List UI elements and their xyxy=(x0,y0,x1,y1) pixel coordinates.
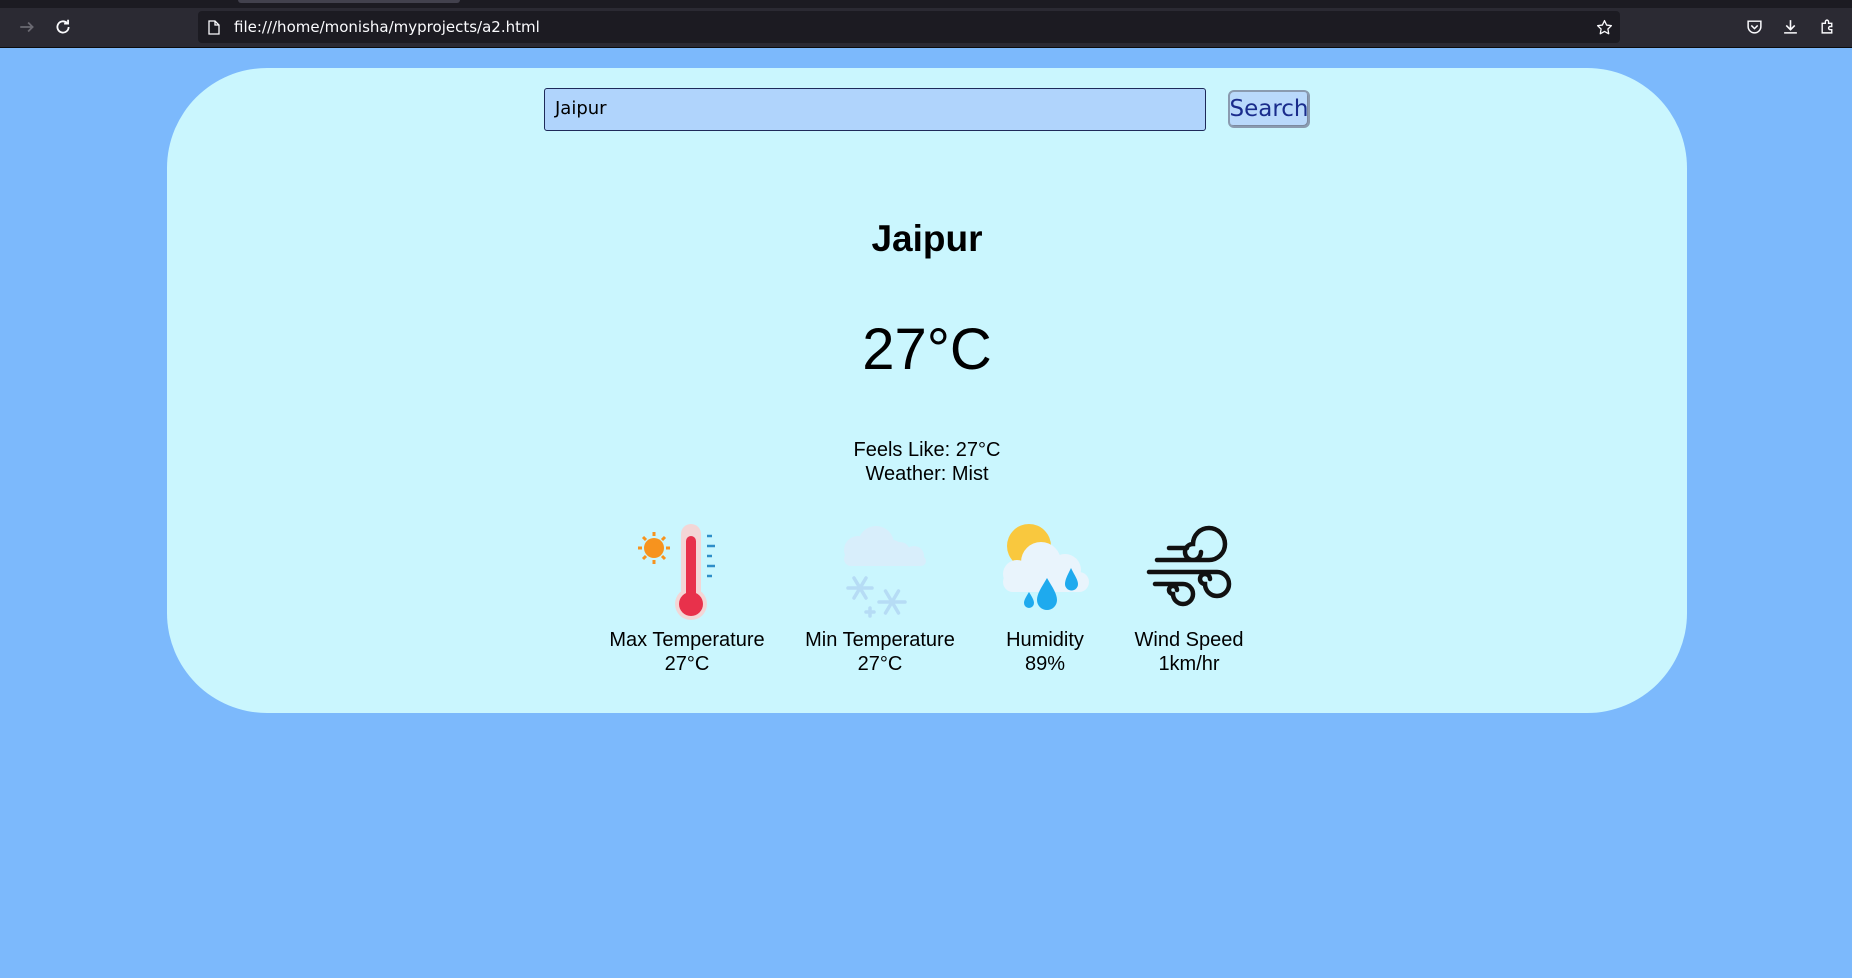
feels-like-text: Feels Like: 27°C xyxy=(853,439,1001,461)
bookmark-star-icon[interactable] xyxy=(1594,17,1614,37)
humidity-stat: Humidity 89% xyxy=(985,522,1105,676)
city-name: Jaipur xyxy=(871,218,983,259)
snow-cloud-icon xyxy=(844,526,926,618)
current-temperature: 27°C xyxy=(862,317,992,382)
city-search-input[interactable]: Jaipur xyxy=(544,88,1206,131)
stat-value: 1km/hr xyxy=(1158,653,1220,675)
stat-label: Humidity xyxy=(1006,629,1084,651)
rain-cloud-icon xyxy=(1003,524,1089,610)
active-tab[interactable] xyxy=(238,0,460,3)
page-icon xyxy=(208,19,222,35)
thermometer-hot-icon xyxy=(638,524,715,620)
wind-icon xyxy=(1146,525,1232,607)
tab-strip xyxy=(0,0,1852,8)
arrow-right-icon xyxy=(20,21,34,33)
url-text: file:///home/monisha/myprojects/a2.html xyxy=(234,18,540,36)
stat-label: Max Temperature xyxy=(609,629,765,651)
stat-value: 89% xyxy=(1024,653,1066,675)
address-bar[interactable]: file:///home/monisha/myprojects/a2.html xyxy=(198,11,1620,43)
reload-button[interactable] xyxy=(49,13,77,41)
stat-value: 27°C xyxy=(857,653,903,675)
weather-condition-text: Weather: Mist xyxy=(865,463,989,485)
min-temperature-stat: Min Temperature 27°C xyxy=(790,522,970,676)
downloads-icon[interactable] xyxy=(1778,14,1802,38)
search-button[interactable]: Search xyxy=(1228,90,1310,128)
max-temperature-stat: Max Temperature 27°C xyxy=(597,522,777,676)
browser-toolbar: file:///home/monisha/myprojects/a2.html xyxy=(0,0,1852,48)
reload-icon xyxy=(56,19,70,34)
wind-speed-stat: Wind Speed 1km/hr xyxy=(1124,522,1254,676)
stat-value: 27°C xyxy=(664,653,710,675)
extensions-icon[interactable] xyxy=(1815,14,1839,38)
stat-label: Min Temperature xyxy=(805,629,955,651)
forward-button[interactable] xyxy=(13,13,41,41)
stat-label: Wind Speed xyxy=(1134,629,1244,651)
pocket-icon[interactable] xyxy=(1742,14,1766,38)
